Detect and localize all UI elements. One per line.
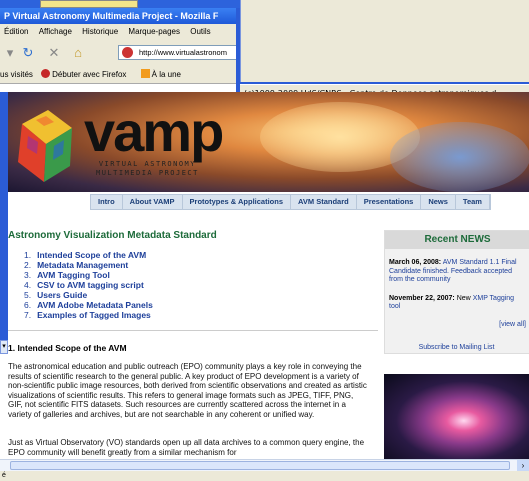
menu-affichage[interactable]: Affichage [39,27,72,36]
news-text: New [456,294,471,302]
bookmark-headlines[interactable]: À la une [140,69,187,79]
toc-number: 2. [24,260,32,270]
news-item: November 22, 2007: New XMP Tagging tool [385,295,529,312]
nav-avm-standard[interactable]: AVM Standard [291,195,357,209]
left-window-edge [0,92,8,352]
divider [8,330,378,331]
web-page: vamp VIRTUAL ASTRONOMY MULTIMEDIA PROJEC… [0,92,529,459]
background-window-content [240,0,529,82]
menu-historique[interactable]: Historique [82,27,118,36]
bookmarks-toolbar: us visités Débuter avec Firefox À la une [0,66,240,84]
vamp-logo-text: vamp [84,100,224,163]
reload-icon[interactable]: ↻ [20,45,36,61]
paragraph-2: Just as Virtual Observatory (VO) standar… [8,438,365,457]
table-of-contents: 1. Intended Scope of the AVM 2. Metadata M… [24,250,153,320]
site-nav-tabs: Intro About VAMP Prototypes & Applicatio… [90,194,491,210]
toc-item[interactable]: 4. CSV to AVM tagging script [24,280,153,290]
toc-link[interactable]: AVM Tagging Tool [37,270,110,280]
toc-item[interactable]: 2. Metadata Management [24,260,153,270]
bookmark-getting-started[interactable]: Débuter avec Firefox [41,69,132,79]
top-strip [0,0,240,8]
scrollbar-thumb[interactable] [10,461,510,470]
nav-team[interactable]: Team [456,195,490,209]
bookmark-most-visited[interactable]: us visités [0,70,33,79]
site-nav: Intro About VAMP Prototypes & Applicatio… [0,192,529,210]
nav-intro[interactable]: Intro [91,195,123,209]
toc-number: 3. [24,270,32,280]
page-title: Astronomy Visualization Metadata Standar… [8,230,217,241]
nav-presentations[interactable]: Presentations [357,195,422,209]
section-title: 1. Intended Scope of the AVM [8,343,127,353]
nav-news[interactable]: News [421,195,456,209]
address-bar[interactable]: http://www.virtualastronom [118,45,240,60]
toc-link[interactable]: AVM Adobe Metadata Panels [37,300,153,310]
toc-link[interactable]: Users Guide [37,290,87,300]
toc-item[interactable]: 5. Users Guide [24,290,153,300]
status-bar: é [0,471,529,481]
dropdown-arrow-icon[interactable]: ▾ [2,45,18,61]
galaxy-image[interactable] [384,374,529,459]
navigation-toolbar: ▾ ↻ ✕ ⌂ http://www.virtualastronom [0,39,240,66]
toc-item[interactable]: 6. AVM Adobe Metadata Panels [24,300,153,310]
news-date: November 22, 2007: [389,294,455,302]
window-title[interactable]: P Virtual Astronomy Multimedia Project -… [0,8,240,24]
firefox-icon [41,69,51,78]
news-sidebar: Recent NEWS March 06, 2008: AVM Standard… [384,230,529,354]
toc-link[interactable]: CSV to AVM tagging script [37,280,144,290]
toc-number: 1. [24,250,32,260]
news-item: March 06, 2008: AVM Standard 1.1 Final C… [385,259,529,285]
toc-number: 4. [24,280,32,290]
toc-item[interactable]: 3. AVM Tagging Tool [24,270,153,280]
nebula-glow-blue [390,122,529,192]
vamp-subtitle: VIRTUAL ASTRONOMY MULTIMEDIA PROJECT [96,160,199,178]
stop-icon[interactable]: ✕ [46,45,62,61]
site-favicon-icon [122,47,133,58]
window-border [236,8,240,92]
bookmark-getting-started-label: Débuter avec Firefox [52,70,127,79]
browser-window: P Virtual Astronomy Multimedia Project -… [0,0,240,92]
toc-number: 5. [24,290,32,300]
news-date: March 06, 2008: [389,259,442,266]
nav-about-vamp[interactable]: About VAMP [123,195,183,209]
vamp-cube-logo [18,110,72,182]
view-all-link[interactable]: [view all] [499,321,526,328]
vamp-subtitle-line1: VIRTUAL ASTRONOMY [98,160,196,168]
toc-link[interactable]: Examples of Tagged Images [37,310,151,320]
yellow-bar [40,0,138,8]
menu-marque-pages[interactable]: Marque-pages [128,27,180,36]
toc-link[interactable]: Metadata Management [37,260,128,270]
background-window: (c)1999-2009 UdS/CNRS - Centre de Donnee… [236,0,529,104]
scroll-right-icon[interactable]: › [517,460,529,471]
menu-edition[interactable]: Édition [4,27,28,36]
rss-icon [140,69,150,78]
toc-link[interactable]: Intended Scope of the AVM [37,250,146,260]
vamp-banner: vamp VIRTUAL ASTRONOMY MULTIMEDIA PROJEC… [0,92,529,192]
toc-number: 6. [24,300,32,310]
scroll-arrow-icon[interactable]: ▾ [0,340,8,354]
news-heading: Recent NEWS [385,231,529,249]
bookmark-headlines-label: À la une [151,70,181,79]
subscribe-link[interactable]: Subscribe to Mailing List [384,344,529,351]
nav-prototypes[interactable]: Prototypes & Applications [183,195,292,209]
menu-outils[interactable]: Outils [190,27,210,36]
menu-bar: Édition Affichage Historique Marque-page… [0,24,240,39]
toc-item[interactable]: 7. Examples of Tagged Images [24,310,153,320]
url-text: http://www.virtualastronom [139,48,227,57]
toc-item[interactable]: 1. Intended Scope of the AVM [24,250,153,260]
vamp-subtitle-line2: MULTIMEDIA PROJECT [96,169,199,177]
toc-number: 7. [24,310,32,320]
paragraph-1: The astronomical education and public ou… [8,362,367,419]
home-icon[interactable]: ⌂ [70,45,86,61]
